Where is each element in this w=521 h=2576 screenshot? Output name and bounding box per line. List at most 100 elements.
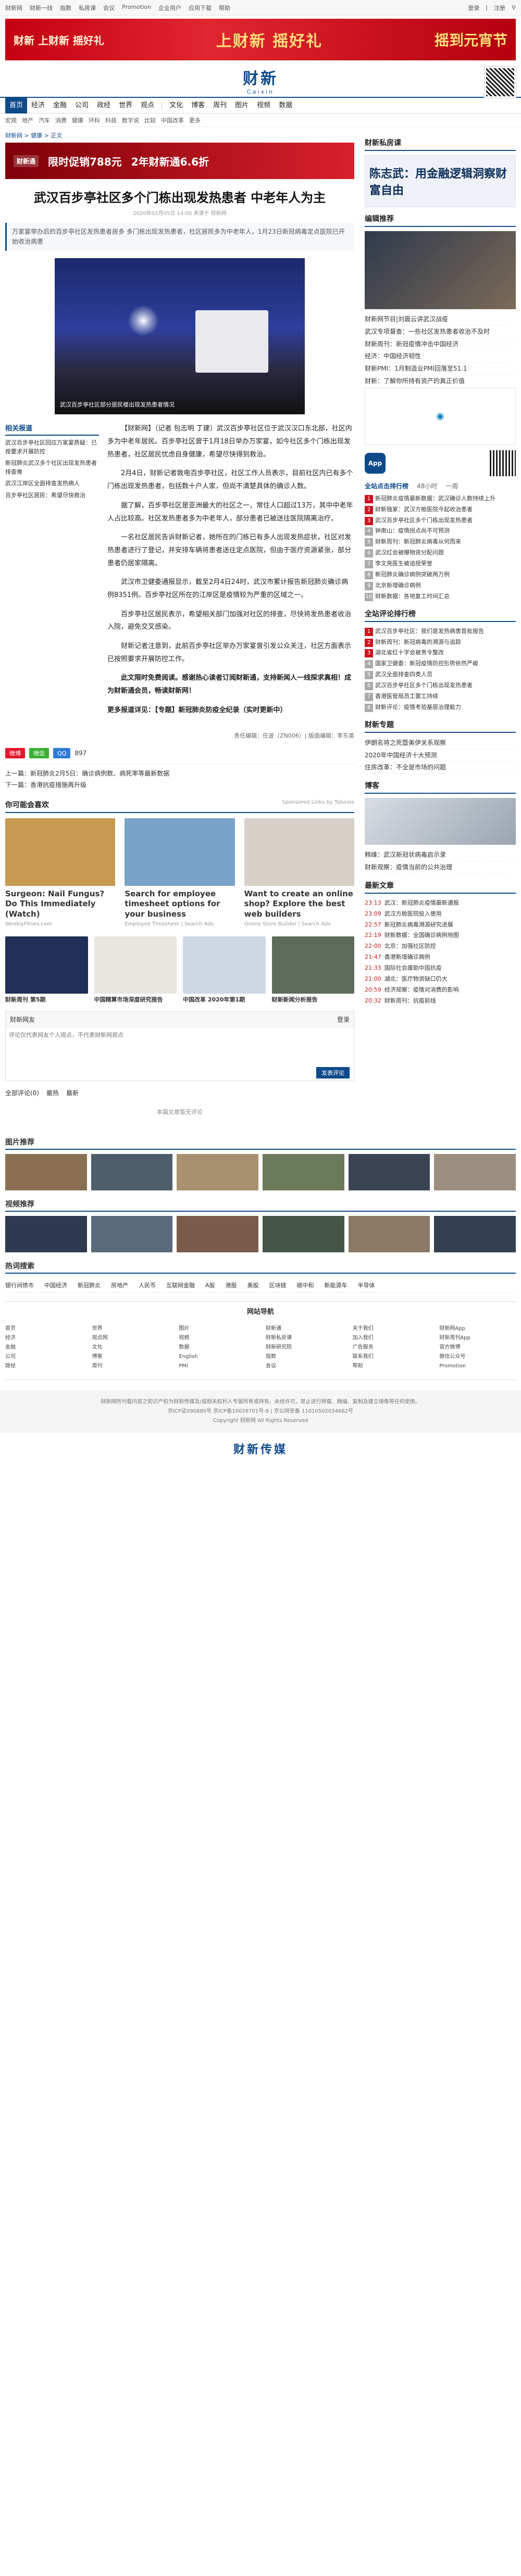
related-item[interactable]: 百步亭社区居民：希望尽快救治	[5, 491, 99, 500]
sitemap-link[interactable]: 经济	[5, 1334, 82, 1343]
comment-rank-item[interactable]: 4 国家卫健委：新冠疫情防控形势依然严峻	[365, 658, 516, 669]
rank-item[interactable]: 10 财新数据：各地复工时间汇总	[365, 591, 516, 602]
sitemap-link[interactable]: English	[179, 1352, 255, 1362]
sitemap-link[interactable]: PMI	[179, 1362, 255, 1371]
sitemap-link[interactable]: 财新周刊App	[439, 1334, 516, 1343]
latest-item[interactable]: 21:47 香港新增确诊病例	[365, 952, 516, 963]
editor-pick-item[interactable]: 财新网节目|刘震云讲武汉战疫	[365, 313, 516, 326]
latest-item[interactable]: 22:57 新冠肺炎病毒溯源研究进展	[365, 920, 516, 931]
app-download[interactable]: App	[365, 450, 516, 476]
nav-item-home[interactable]: 首页	[5, 97, 28, 113]
nav-item[interactable]: 文化	[165, 98, 187, 113]
sitemap-link[interactable]: 财新网App	[439, 1324, 516, 1334]
hot-word-link[interactable]: 区块链	[269, 1281, 287, 1289]
sitemap-link[interactable]: 公司	[5, 1352, 82, 1362]
sitemap-link[interactable]: 关于我们	[353, 1324, 429, 1334]
sitemap-link[interactable]: 官方微博	[439, 1343, 516, 1352]
nav-item[interactable]: 观点	[137, 98, 158, 113]
recommend-card-small[interactable]: 财新新闻分析报告	[271, 936, 354, 1004]
sitemap-link[interactable]: 博客	[92, 1352, 169, 1362]
photo-rec-item[interactable]	[5, 1153, 87, 1190]
sitemap-link[interactable]: 政经	[5, 1362, 82, 1371]
photo-rec-item[interactable]	[348, 1153, 430, 1190]
nav-item[interactable]: 数据	[275, 98, 296, 113]
subnav-item[interactable]: 数字说	[122, 116, 139, 124]
subscription-ad[interactable]: 财新通 限时促销788元 2年财新通6.6折	[5, 143, 354, 179]
editor-pick-item[interactable]: 财新：了解你所持有资产的真正价值	[365, 375, 516, 388]
class-ad[interactable]: 陈志武：用金融逻辑洞察财富自由	[365, 155, 516, 207]
subnav-item[interactable]: 汽车	[39, 116, 50, 124]
sitemap-link[interactable]: 金融	[5, 1343, 82, 1352]
sponsor-ad[interactable]: ◉	[365, 387, 516, 445]
rank-item[interactable]: 6 武汉红会被曝物资分配问题	[365, 548, 516, 559]
top-link[interactable]: 会议	[103, 4, 115, 12]
comment-login-link[interactable]: 登录	[337, 1015, 350, 1024]
comment-input[interactable]	[6, 1026, 354, 1063]
sitemap-link[interactable]: 加入我们	[353, 1334, 429, 1343]
comment-rank-item[interactable]: 7 香港医管局员工罢工持续	[365, 691, 516, 702]
sitemap-link[interactable]: 帮助	[353, 1362, 429, 1371]
special-item[interactable]: 伊朗名将之死暨美伊关系观察	[365, 737, 516, 750]
blog-image[interactable]	[365, 798, 516, 845]
sitemap-link[interactable]: 世界	[92, 1324, 169, 1334]
recommend-card[interactable]: Surgeon: Nail Fungus? Do This Immediatel…	[5, 818, 116, 927]
subnav-item[interactable]: 比较	[144, 116, 156, 124]
tab-hot-comments[interactable]: 最热	[46, 1088, 59, 1097]
promo-banner[interactable]: 财新 上财新 摇好礼 上财新 摇好礼 摇到元宵节	[5, 19, 516, 60]
editor-pick-item[interactable]: 财新PMI：1月制造业PMI回落至51.1	[365, 363, 516, 375]
blog-item[interactable]: 韩维：武汉新冠状病毒启示录	[365, 849, 516, 861]
latest-item[interactable]: 21:33 国际社会援助中国抗疫	[365, 963, 516, 974]
rank-item[interactable]: 5 财新周刊：新冠肺炎病毒从何而来	[365, 537, 516, 548]
video-rec-item[interactable]	[177, 1215, 258, 1252]
tab-rank-week[interactable]: 一周	[445, 481, 458, 490]
photo-rec-item[interactable]	[91, 1153, 173, 1190]
recommend-card-small[interactable]: 中国改革 2020年第1期	[183, 936, 266, 1004]
topic-link[interactable]: 更多报道详见：【专题】新冠肺炎防疫全纪录（实时更新中）	[107, 704, 354, 717]
nav-item[interactable]: 图片	[231, 98, 253, 113]
latest-item[interactable]: 22:19 财新数据：全国确诊病例地图	[365, 930, 516, 941]
subnav-item[interactable]: 环科	[89, 116, 100, 124]
hot-word-link[interactable]: 新能源车	[325, 1281, 348, 1289]
comment-rank-item[interactable]: 1 武汉百步亭社区：我们是发热病患首批报告	[365, 626, 516, 637]
latest-item[interactable]: 20:59 经济观察：疫情对消费的影响	[365, 985, 516, 996]
sitemap-link[interactable]: Promotion	[439, 1362, 516, 1371]
hot-word-link[interactable]: 碳中和	[297, 1281, 314, 1289]
next-article-link[interactable]: 下一篇：香港抗疫措施再升级	[5, 780, 354, 791]
tab-new-comments[interactable]: 最新	[66, 1088, 79, 1097]
register-link[interactable]: 注册	[494, 4, 505, 12]
photo-rec-item[interactable]	[434, 1153, 516, 1190]
sitemap-link[interactable]: 财新私房课	[266, 1334, 342, 1343]
related-item[interactable]: 武汉江岸区全面排查发热病人	[5, 479, 99, 488]
top-link[interactable]: 财新一线	[30, 4, 53, 12]
video-rec-item[interactable]	[263, 1215, 344, 1252]
hot-word-link[interactable]: 半导体	[358, 1281, 375, 1289]
top-link[interactable]: 应用下载	[189, 4, 212, 12]
editor-pick-item[interactable]: 财新周刊：新冠疫情冲击中国经济	[365, 338, 516, 351]
subnav-item[interactable]: 地产	[22, 116, 33, 124]
top-link[interactable]: Promotion	[122, 4, 151, 12]
tab-all-comments[interactable]: 全部评论(0)	[5, 1088, 39, 1097]
rank-item[interactable]: 3 武汉百步亭社区多个门栋出现发热患者	[365, 515, 516, 526]
video-rec-item[interactable]	[91, 1215, 173, 1252]
hot-word-link[interactable]: 银行间债市	[5, 1281, 34, 1289]
editor-pick-image[interactable]	[365, 231, 516, 309]
submit-comment-button[interactable]: 发表评论	[316, 1067, 350, 1078]
nav-item[interactable]: 周刊	[209, 98, 231, 113]
hot-word-link[interactable]: 新冠肺炎	[78, 1281, 101, 1289]
sitemap-link[interactable]: 指数	[266, 1352, 342, 1362]
comment-rank-item[interactable]: 2 财新周刊：新冠病毒的溯源与追踪	[365, 637, 516, 648]
latest-item[interactable]: 21:00 湖北：医疗物资缺口仍大	[365, 974, 516, 985]
nav-item[interactable]: 金融	[49, 98, 71, 113]
comment-rank-item[interactable]: 6 武汉百步亭社区多个门栋出现发热患者	[365, 680, 516, 691]
rank-item[interactable]: 7 李文亮医生被追授荣誉	[365, 559, 516, 569]
sitemap-link[interactable]: 周刊	[92, 1362, 169, 1371]
related-item[interactable]: 武汉百步亭社区回应万家宴质疑：已按要求开展防控	[5, 439, 99, 456]
latest-item[interactable]: 22:00 北京：加强社区防控	[365, 941, 516, 952]
rank-item[interactable]: 1 新冠肺炎疫情最新数据：武汉确诊人数持续上升	[365, 493, 516, 504]
nav-item[interactable]: 政经	[93, 98, 115, 113]
site-logo[interactable]: 财新 Caixin	[243, 66, 278, 95]
subscription-note[interactable]: 此文限时免费阅读。感谢热心读者订阅财新通，支持新闻人一线探求真相！成为财新通会员…	[107, 672, 354, 697]
comment-rank-item[interactable]: 5 武汉全面排查四类人员	[365, 669, 516, 680]
editor-pick-item[interactable]: 武汉专项督查：一些社区发热患者收治不及时	[365, 326, 516, 338]
latest-item[interactable]: 23:13 武汉：新冠肺炎疫情最新通报	[365, 898, 516, 909]
